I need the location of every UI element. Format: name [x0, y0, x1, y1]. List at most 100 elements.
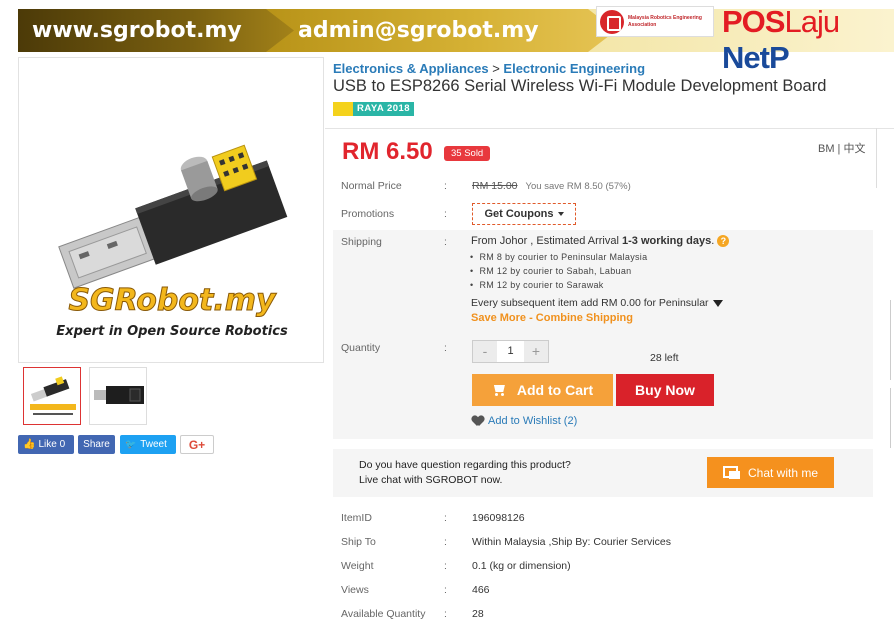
save-more-link[interactable]: Save More - Combine Shipping — [471, 312, 633, 324]
thumbnail-2[interactable] — [89, 367, 147, 425]
side-panel-edge — [876, 128, 894, 188]
colon: : — [444, 342, 447, 354]
add-to-cart-button[interactable]: Add to Cart — [472, 374, 613, 406]
chat-bubbles-icon — [722, 465, 741, 480]
buy-now-button[interactable]: Buy Now — [616, 374, 714, 406]
triangle-down-icon — [712, 299, 723, 307]
heart-icon — [472, 416, 484, 427]
chat-with-me-button[interactable]: Chat with me — [707, 457, 834, 488]
pos-text: POS — [722, 4, 785, 39]
colon: : — [444, 536, 447, 548]
product-main-image[interactable]: SGRobot.my Expert in Open Source Robotic… — [18, 57, 324, 363]
spec-value: 0.1 (kg or dimension) — [472, 560, 571, 572]
brand-tagline: Expert in Open Source Robotics — [56, 324, 288, 339]
courier-item: RM 12 by courier to Sarawak — [470, 278, 647, 292]
stock-left: 28 left — [650, 352, 679, 364]
sold-badge: 35 Sold — [444, 146, 491, 161]
netp-text: NetP — [722, 40, 790, 75]
thumbnail-2-image — [94, 386, 144, 404]
quantity-input[interactable]: 1 — [497, 341, 524, 362]
laju-text: Laju — [784, 4, 840, 39]
colon: : — [444, 608, 447, 620]
spec-value: 28 — [472, 608, 484, 620]
shipping-info: From Johor , Estimated Arrival 1-3 worki… — [471, 235, 730, 248]
chat-line-2: Live chat with SGROBOT now. — [359, 474, 503, 486]
spec-label: Ship To — [341, 536, 376, 548]
promotions-label: Promotions — [341, 208, 395, 220]
get-coupons-dropdown[interactable]: Get Coupons — [472, 203, 576, 225]
esp8266-board-image: SGRobot.my Expert in Open Source Robotic… — [56, 144, 288, 339]
robot-icon — [600, 9, 624, 34]
tweet-button[interactable]: 🐦 Tweet — [120, 435, 176, 454]
help-icon[interactable]: ? — [717, 235, 730, 248]
banner-email[interactable]: admin@sgrobot.my — [266, 9, 618, 52]
breadcrumb-separator: > — [492, 61, 500, 76]
product-page: www.sgrobot.my admin@sgrobot.my Malaysia… — [0, 0, 894, 627]
language-switch[interactable]: BM | 中文 — [818, 140, 865, 156]
twitter-bird-icon: 🐦 — [125, 439, 137, 449]
spec-value: 196098126 — [472, 512, 525, 524]
product-title: USB to ESP8266 Serial Wireless Wi-Fi Mod… — [333, 77, 827, 95]
facebook-like-button[interactable]: 👍 Like 0 — [18, 435, 74, 454]
you-save-text: You save RM 8.50 (57%) — [525, 181, 631, 192]
banner-website[interactable]: www.sgrobot.my — [18, 9, 308, 52]
spec-value: Within Malaysia ,Ship By: Courier Servic… — [472, 536, 671, 548]
courier-item: RM 8 by courier to Peninsular Malaysia — [470, 250, 647, 264]
spec-label: Weight — [341, 560, 374, 572]
subsequent-text: Every subsequent item add RM 0.00 for Pe… — [471, 297, 709, 309]
chat-button-label: Chat with me — [747, 465, 819, 480]
colon: : — [444, 180, 447, 192]
add-to-wishlist-link[interactable]: Add to Wishlist (2) — [472, 415, 577, 427]
spec-label: Views — [341, 584, 369, 596]
colon: : — [444, 208, 447, 220]
normal-price-value: RM 15.00 You save RM 8.50 (57%) — [472, 180, 631, 192]
courier-list: RM 8 by courier to Peninsular Malaysia R… — [470, 250, 647, 292]
colon: : — [444, 560, 447, 572]
chat-line-1: Do you have question regarding this prod… — [359, 459, 571, 471]
promo-tag-label: RAYA 2018 — [353, 102, 415, 116]
coupons-label: Get Coupons — [484, 208, 554, 220]
tag-marker — [333, 102, 353, 116]
breadcrumb-category-1[interactable]: Electronics & Appliances — [333, 61, 489, 76]
colon: : — [444, 512, 447, 524]
spec-label: ItemID — [341, 512, 372, 524]
divider — [325, 128, 894, 129]
colon: : — [444, 584, 447, 596]
old-price: RM 15.00 — [472, 180, 518, 192]
google-plus-button[interactable]: G+ — [180, 435, 214, 454]
shipping-end: . — [711, 235, 715, 247]
breadcrumb-category-2[interactable]: Electronic Engineering — [503, 61, 645, 76]
wishlist-label: Add to Wishlist (2) — [488, 415, 578, 427]
brand-text: SGRobot.my — [68, 283, 277, 318]
subsequent-item-dropdown[interactable]: Every subsequent item add RM 0.00 for Pe… — [471, 297, 723, 309]
breadcrumb: Electronics & Appliances > Electronic En… — [333, 61, 645, 76]
quantity-decrease-button[interactable]: - — [473, 341, 497, 362]
thumbnail-1-image — [30, 376, 76, 415]
quantity-increase-button[interactable]: + — [524, 341, 548, 362]
colon: : — [444, 236, 447, 248]
spec-value: 466 — [472, 584, 490, 596]
spec-label: Available Quantity — [341, 608, 426, 620]
shipping-label: Shipping — [341, 236, 382, 248]
thumbnail-1[interactable] — [23, 367, 81, 425]
current-price: RM 6.50 — [342, 138, 433, 165]
caret-down-icon — [557, 212, 564, 216]
mrea-logo: Malaysia Robotics Engineering Associatio… — [596, 6, 714, 37]
tweet-label: Tweet — [140, 439, 167, 450]
shipping-from: From Johor , Estimated Arrival — [471, 235, 622, 247]
facebook-share-button[interactable]: Share — [78, 435, 115, 454]
add-to-cart-label: Add to Cart — [516, 382, 594, 398]
normal-price-label: Normal Price — [341, 180, 402, 192]
courier-item: RM 12 by courier to Sabah, Labuan — [470, 264, 647, 278]
quantity-label: Quantity — [341, 342, 381, 354]
association-name: Malaysia Robotics Engineering Associatio… — [628, 14, 702, 28]
cart-icon — [492, 384, 507, 396]
side-panel-edge — [890, 388, 894, 448]
side-panel-edge — [890, 300, 894, 380]
quantity-stepper: - 1 + — [472, 340, 549, 363]
pos-laju-logo: POSLaju NetP — [722, 4, 894, 76]
shipping-days: 1-3 working days — [622, 235, 712, 247]
like-label: Like 0 — [38, 439, 66, 450]
promo-tag: RAYA 2018 — [333, 102, 415, 116]
chat-prompt: Do you have question regarding this prod… — [359, 458, 571, 488]
